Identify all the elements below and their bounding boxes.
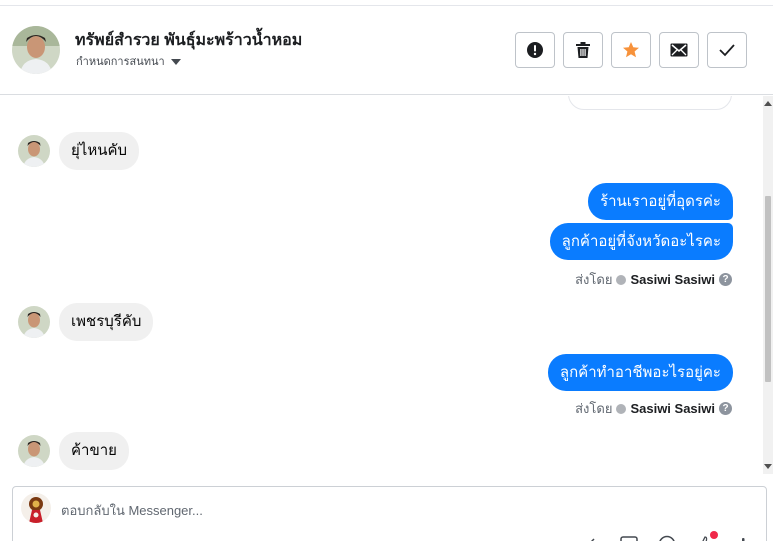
help-icon[interactable]: ? bbox=[719, 402, 732, 415]
sent-by-agent[interactable]: Sasiwi Sasiwi bbox=[630, 272, 715, 287]
sent-by-info: ส่งโดย Sasiwi Sasiwi ? bbox=[575, 269, 732, 290]
like-button[interactable] bbox=[696, 531, 718, 541]
message-composer bbox=[12, 486, 767, 541]
image-icon bbox=[620, 536, 638, 541]
paperclip-icon bbox=[590, 538, 595, 541]
sent-by-label: ส่งโดย bbox=[575, 401, 613, 416]
contact-mini-avatar bbox=[18, 135, 50, 167]
help-icon[interactable]: ? bbox=[719, 273, 732, 286]
emoji-button[interactable] bbox=[658, 535, 676, 541]
header-actions bbox=[515, 32, 747, 68]
outgoing-bubble: ลูกค้าทำอาชีพอะไรอยู่คะ bbox=[547, 354, 733, 391]
delete-button[interactable] bbox=[563, 32, 603, 68]
mark-unread-button[interactable] bbox=[659, 32, 699, 68]
sender-icon bbox=[616, 274, 627, 285]
sender-icon bbox=[616, 403, 627, 414]
composer-tools bbox=[582, 531, 752, 541]
sent-by-label: ส่งโดย bbox=[575, 272, 613, 287]
incoming-bubble: เพชรบุรีคับ bbox=[59, 303, 154, 341]
assign-label: กำหนดการสนทนา bbox=[76, 56, 165, 68]
report-spam-button[interactable] bbox=[515, 32, 555, 68]
scroll-down-arrow-icon[interactable] bbox=[764, 464, 772, 469]
contact-avatar[interactable] bbox=[12, 26, 60, 74]
conversation-header: ทรัพย์สำรวย พันธุ์มะพร้าวน้ำหอม กำหนดการ… bbox=[0, 6, 773, 95]
assign-conversation-dropdown[interactable]: กำหนดการสนทนา bbox=[76, 52, 181, 70]
incoming-message: ค้าขาย bbox=[18, 432, 129, 470]
notification-dot bbox=[710, 531, 718, 539]
mark-done-button[interactable] bbox=[707, 32, 747, 68]
reply-input[interactable] bbox=[61, 499, 581, 521]
sent-by-info: ส่งโดย Sasiwi Sasiwi ? bbox=[575, 398, 732, 419]
outgoing-bubble: ร้านเราอยู่ที่อุดรค่ะ bbox=[588, 183, 733, 220]
star-icon bbox=[623, 42, 639, 58]
scroll-up-arrow-icon[interactable] bbox=[764, 101, 772, 106]
incoming-bubble: ค้าขาย bbox=[59, 432, 129, 470]
caret-down-icon bbox=[170, 58, 181, 65]
attachment-button[interactable] bbox=[582, 535, 600, 541]
outgoing-bubble: ลูกค้าอยู่ที่จังหวัดอะไรคะ bbox=[549, 223, 733, 260]
contact-mini-avatar bbox=[18, 306, 50, 338]
previous-message-bubble bbox=[568, 96, 732, 110]
alert-icon bbox=[527, 42, 543, 58]
sent-by-agent[interactable]: Sasiwi Sasiwi bbox=[630, 401, 715, 416]
trash-icon bbox=[576, 42, 590, 58]
check-icon bbox=[719, 44, 735, 57]
incoming-message: ยุ่ไหนคับ bbox=[18, 132, 140, 170]
thread-scrollbar[interactable] bbox=[763, 96, 773, 474]
incoming-message: เพชรบุรีคับ bbox=[18, 303, 154, 341]
emoji-icon bbox=[659, 535, 675, 541]
incoming-bubble: ยุ่ไหนคับ bbox=[59, 132, 140, 170]
star-button[interactable] bbox=[611, 32, 651, 68]
image-button[interactable] bbox=[620, 535, 638, 541]
contact-mini-avatar bbox=[18, 435, 50, 467]
message-thread[interactable]: ยุ่ไหนคับ ร้านเราอยู่ที่อุดรค่ะ ลูกค้าอย… bbox=[0, 96, 763, 474]
contact-name[interactable]: ทรัพย์สำรวย พันธุ์มะพร้าวน้ำหอม bbox=[75, 28, 302, 53]
envelope-icon bbox=[670, 43, 688, 57]
more-tools-button[interactable] bbox=[734, 535, 752, 541]
more-icon bbox=[742, 538, 745, 541]
scrollbar-thumb[interactable] bbox=[765, 196, 771, 382]
page-avatar bbox=[21, 493, 51, 523]
